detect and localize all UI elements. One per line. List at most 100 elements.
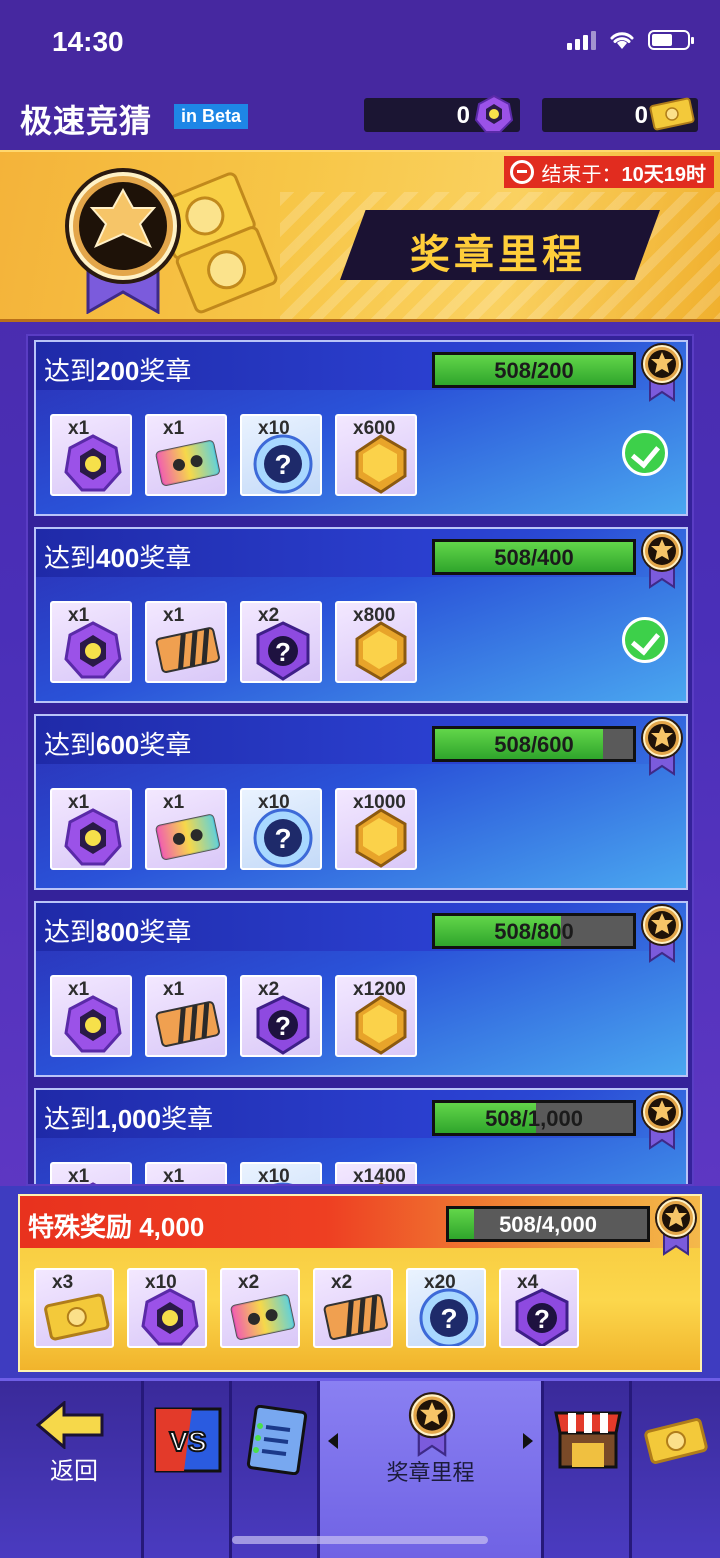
nav-tasks-button[interactable] bbox=[232, 1381, 320, 1558]
reward-quantity: x2 bbox=[258, 979, 280, 1000]
milestone-label-suffix: 奖章 bbox=[139, 543, 192, 573]
medal-icon bbox=[641, 904, 683, 963]
reward-item[interactable]: x1 bbox=[50, 975, 132, 1057]
reward-quantity: x1 bbox=[163, 792, 185, 813]
milestone-label-prefix: 达到 bbox=[44, 730, 97, 760]
milestone-progress-bar: 508/800 bbox=[432, 913, 636, 949]
reward-quantity: x10 bbox=[145, 1272, 177, 1293]
milestone-label: 达到600奖章 bbox=[44, 725, 191, 762]
svg-text:?: ? bbox=[274, 449, 291, 480]
gold-ticket-icon bbox=[644, 1418, 708, 1464]
signal-icon bbox=[567, 30, 596, 50]
reward-quantity: x2 bbox=[238, 1272, 260, 1293]
status-time: 14:30 bbox=[52, 26, 124, 57]
medal-icon bbox=[641, 343, 683, 402]
arrow-right-icon bbox=[523, 1433, 533, 1449]
milestone-label-prefix: 达到 bbox=[44, 356, 97, 386]
svg-text:?: ? bbox=[534, 1304, 550, 1334]
milestone-progress-text: 508/200 bbox=[494, 358, 574, 383]
reward-quantity: x600 bbox=[353, 418, 396, 439]
milestone-label: 达到1,000奖章 bbox=[44, 1099, 213, 1136]
milestone-progress-text: 508/400 bbox=[494, 545, 574, 570]
arrow-left-icon bbox=[328, 1433, 338, 1449]
reward-item[interactable]: x4? bbox=[499, 1268, 579, 1348]
reward-item[interactable]: x10? bbox=[240, 1162, 322, 1184]
reward-item[interactable]: x1 bbox=[50, 788, 132, 870]
reward-item[interactable]: x3 bbox=[34, 1268, 114, 1348]
reward-item[interactable]: x1 bbox=[145, 1162, 227, 1186]
reward-item[interactable]: x10? bbox=[240, 788, 322, 870]
milestone-label-prefix: 达到 bbox=[44, 917, 97, 947]
medal-icon bbox=[641, 717, 683, 776]
reward-item[interactable]: x1400 bbox=[335, 1162, 417, 1186]
reward-item[interactable]: x1 bbox=[50, 1162, 132, 1184]
gem-icon bbox=[474, 94, 514, 133]
reward-quantity: x1 bbox=[163, 979, 185, 1000]
wifi-icon bbox=[610, 32, 634, 49]
milestone-card: 达到400奖章 508/400 x1 x1 x2? x800 bbox=[34, 527, 688, 703]
back-label: 返回 bbox=[50, 1458, 98, 1485]
event-timer: 结束于：10天19时 bbox=[503, 156, 714, 188]
reward-quantity: x800 bbox=[353, 605, 396, 626]
milestone-progress-bar: 508/1,000 bbox=[432, 1100, 636, 1136]
milestone-progress-bar: 508/400 bbox=[432, 539, 636, 575]
reward-item[interactable]: x10 bbox=[127, 1268, 207, 1348]
milestone-label: 达到800奖章 bbox=[44, 912, 191, 949]
reward-item[interactable]: x1200 bbox=[335, 975, 417, 1057]
reward-item[interactable]: x1000 bbox=[335, 788, 417, 870]
reward-quantity: x2 bbox=[258, 605, 280, 626]
gold-ticket-icon bbox=[649, 97, 695, 131]
medal-icon bbox=[641, 1091, 683, 1150]
ticket-count: 0 bbox=[634, 102, 648, 129]
gem-balance[interactable]: 0 bbox=[364, 94, 520, 133]
battery-icon bbox=[648, 30, 694, 50]
special-progress-bar: 508/4,000 bbox=[446, 1206, 650, 1242]
reward-item[interactable]: x1 bbox=[145, 601, 227, 683]
claimed-check-icon bbox=[622, 430, 668, 476]
reward-item[interactable]: x2 bbox=[220, 1268, 300, 1348]
home-indicator bbox=[232, 1536, 488, 1544]
reward-item[interactable]: x20? bbox=[406, 1268, 486, 1348]
special-reward-items: x3 x10 x2 x2 x20? x4? bbox=[34, 1268, 579, 1348]
reward-quantity: x1 bbox=[68, 605, 90, 626]
reward-item[interactable]: x1 bbox=[145, 414, 227, 496]
reward-quantity: x10 bbox=[258, 792, 290, 813]
nav-tickets-button[interactable] bbox=[632, 1381, 720, 1558]
reward-item[interactable]: x2? bbox=[240, 975, 322, 1057]
ticket-balance[interactable]: 0 bbox=[542, 97, 698, 132]
milestone-label-suffix: 奖章 bbox=[139, 730, 192, 760]
reward-quantity: x1 bbox=[163, 1166, 185, 1186]
nav-vs-button[interactable]: VS bbox=[144, 1381, 232, 1558]
reward-item[interactable]: x1 bbox=[145, 788, 227, 870]
reward-item[interactable]: x10? bbox=[240, 414, 322, 496]
reward-item[interactable]: x2 bbox=[313, 1268, 393, 1348]
reward-item[interactable]: x1 bbox=[145, 975, 227, 1057]
shop-icon bbox=[554, 1411, 622, 1469]
reward-quantity: x1400 bbox=[353, 1166, 406, 1186]
nav-medal-journey-tab[interactable]: 奖章里程 bbox=[320, 1381, 544, 1558]
end-label: 结束于： bbox=[541, 164, 622, 186]
svg-text:?: ? bbox=[274, 823, 291, 854]
milestone-target: 200 bbox=[96, 356, 140, 386]
milestone-progress-bar: 508/200 bbox=[432, 352, 636, 388]
reward-quantity: x1000 bbox=[353, 792, 406, 813]
milestone-label-suffix: 奖章 bbox=[139, 917, 192, 947]
milestone-progress-bar: 508/600 bbox=[432, 726, 636, 762]
reward-item[interactable]: x1 bbox=[50, 601, 132, 683]
medal-icon bbox=[65, 168, 181, 314]
milestone-target: 1,000 bbox=[96, 1104, 162, 1134]
milestone-label: 达到200奖章 bbox=[44, 351, 191, 388]
reward-item[interactable]: x1 bbox=[50, 414, 132, 496]
back-button[interactable]: 返回 bbox=[0, 1381, 144, 1558]
reward-item[interactable]: x600 bbox=[335, 414, 417, 496]
milestone-list[interactable]: 达到200奖章 508/200 x1 x1 x10? x600 达到400奖章 508/400… bbox=[26, 334, 694, 1186]
reward-quantity: x3 bbox=[52, 1272, 74, 1293]
milestone-label-suffix: 奖章 bbox=[139, 356, 192, 386]
medal-icon bbox=[641, 530, 683, 589]
reward-item[interactable]: x2? bbox=[240, 601, 322, 683]
reward-items: x1 x1 x10? x600 bbox=[50, 414, 417, 496]
app-title: 极速竞猜 bbox=[20, 103, 153, 139]
special-reward-label: 特殊奖励 4,000 bbox=[28, 1212, 205, 1242]
nav-shop-button[interactable] bbox=[544, 1381, 632, 1558]
reward-item[interactable]: x800 bbox=[335, 601, 417, 683]
